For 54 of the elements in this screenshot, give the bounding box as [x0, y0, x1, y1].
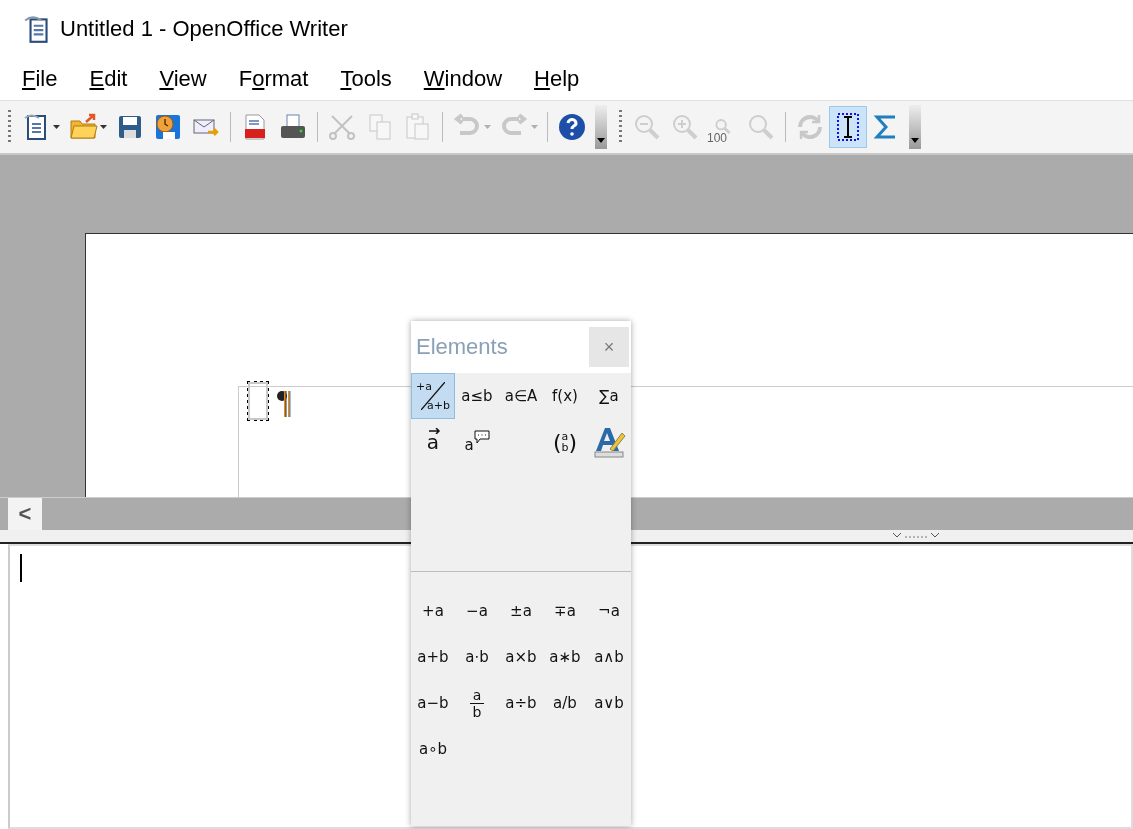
menu-item[interactable]: Format — [228, 66, 319, 92]
toolbar-overflow-button[interactable] — [595, 105, 607, 149]
scissors-icon — [327, 112, 357, 142]
close-button[interactable]: × — [589, 327, 629, 367]
formula-object[interactable] — [247, 381, 269, 421]
element-button[interactable]: a∨b — [587, 680, 631, 726]
help-icon — [557, 112, 587, 142]
element-button[interactable]: a+b — [411, 634, 455, 680]
toolbar-overflow-button[interactable] — [909, 105, 921, 149]
element-button[interactable]: +a — [411, 588, 455, 634]
menu-item[interactable]: Edit — [79, 66, 138, 92]
category-button[interactable]: +a a+b — [411, 373, 455, 419]
element-button[interactable]: a∗b — [543, 634, 587, 680]
element-button[interactable]: ±a — [499, 588, 543, 634]
element-button[interactable]: a−b — [411, 680, 455, 726]
element-button[interactable]: a b — [455, 680, 499, 726]
folder-icon — [68, 112, 98, 142]
scroll-left-button[interactable]: < — [8, 498, 42, 530]
vector-arrow-icon — [428, 428, 441, 434]
category-button[interactable]: ∑a — [587, 373, 631, 419]
category-button[interactable]: a≤b — [455, 373, 499, 419]
menu-item[interactable]: Help — [524, 66, 590, 92]
element-button[interactable]: a∘b — [411, 726, 455, 772]
menu-item[interactable]: Window — [413, 66, 512, 92]
small-magnifier-icon — [715, 119, 731, 135]
menu-item[interactable]: View — [149, 66, 217, 92]
text-attributes-icon — [592, 425, 626, 459]
magnifier-icon — [746, 112, 776, 142]
floppy-clock-icon — [153, 112, 183, 142]
element-button[interactable]: a×b — [499, 634, 543, 680]
element-button[interactable]: a∧b — [587, 634, 631, 680]
caret-icon — [597, 138, 605, 143]
category-button[interactable]: a∈A — [499, 373, 543, 419]
category-button[interactable]: a — [455, 419, 499, 465]
menu-item[interactable]: Tools — [330, 66, 402, 92]
paragraph-mark-icon — [277, 389, 291, 417]
element-button[interactable]: ∓a — [543, 588, 587, 634]
element-button[interactable]: a÷b — [499, 680, 543, 726]
zoom-in-icon — [670, 112, 700, 142]
panel-title: Elements — [416, 334, 508, 360]
element-button[interactable]: a⋅b — [455, 634, 499, 680]
element-button[interactable]: a/b — [543, 680, 587, 726]
splitter-grip-icon[interactable] — [891, 530, 941, 540]
toolbar-button[interactable] — [829, 106, 867, 148]
menu-item[interactable]: File — [12, 66, 68, 92]
window-title: Untitled 1 - OpenOffice Writer — [60, 16, 348, 42]
refresh-icon — [795, 112, 825, 142]
category-button[interactable]: a — [411, 419, 455, 465]
speech-bubble-icon — [473, 430, 490, 444]
caret-icon — [911, 138, 919, 143]
zoom-out-icon — [632, 112, 662, 142]
category-button[interactable]: f(x) — [543, 373, 587, 419]
element-button[interactable]: −a — [455, 588, 499, 634]
element-button[interactable]: ¬a — [587, 588, 631, 634]
